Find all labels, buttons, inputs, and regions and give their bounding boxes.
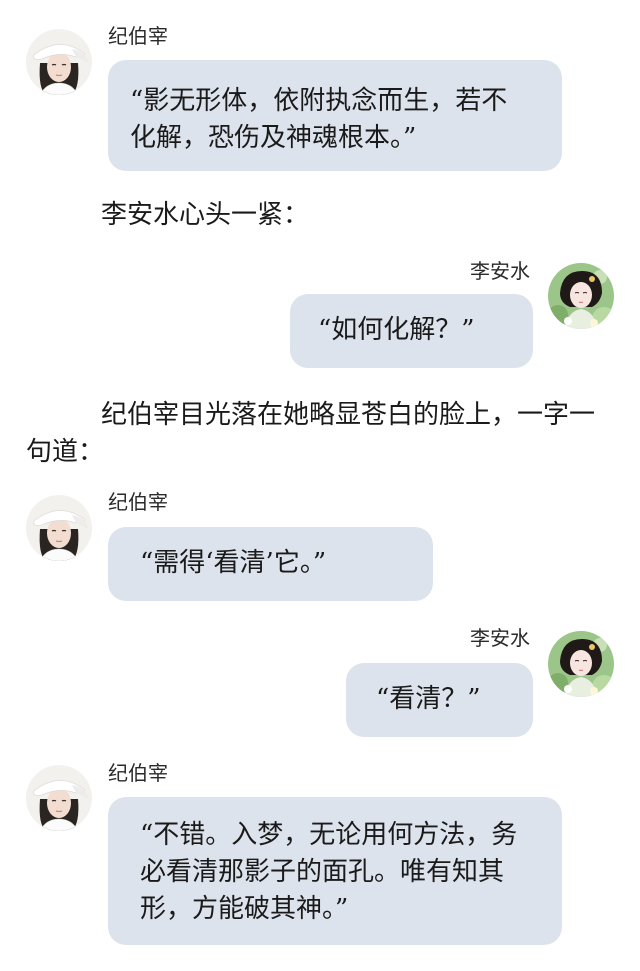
- avatar-ji-bozai[interactable]: [26, 495, 92, 561]
- message-bubble: “需得‘看清’它。”: [108, 527, 433, 601]
- speaker-name: 李安水: [470, 626, 530, 650]
- female-avatar-icon: [548, 631, 614, 697]
- message-bubble: “如何化解？”: [290, 294, 533, 368]
- male-avatar-icon: [26, 495, 92, 561]
- female-avatar-icon: [548, 263, 614, 329]
- speaker-name: 李安水: [470, 259, 530, 283]
- male-avatar-icon: [26, 29, 92, 95]
- avatar-li-anshui[interactable]: [548, 263, 614, 329]
- avatar-ji-bozai[interactable]: [26, 765, 92, 831]
- message-bubble: “看清？”: [346, 663, 533, 737]
- male-avatar-icon: [26, 765, 92, 831]
- narration-text: 李安水心头一紧：: [101, 200, 310, 230]
- narration-text: 纪伯宰目光落在她略显苍白的脸上，一字一句道：: [26, 400, 596, 467]
- speaker-name: 纪伯宰: [108, 761, 168, 785]
- avatar-li-anshui[interactable]: [548, 631, 614, 697]
- speaker-name: 纪伯宰: [108, 490, 168, 514]
- avatar-ji-bozai[interactable]: [26, 29, 92, 95]
- message-bubble: “不错。入梦，无论用何方法，务 必看清那影子的面孔。唯有知其 形，方能破其神。”: [108, 797, 562, 945]
- message-bubble: “影无形体，依附执念而生，若不 化解，恐伤及神魂根本。”: [108, 60, 562, 171]
- speaker-name: 纪伯宰: [108, 24, 168, 48]
